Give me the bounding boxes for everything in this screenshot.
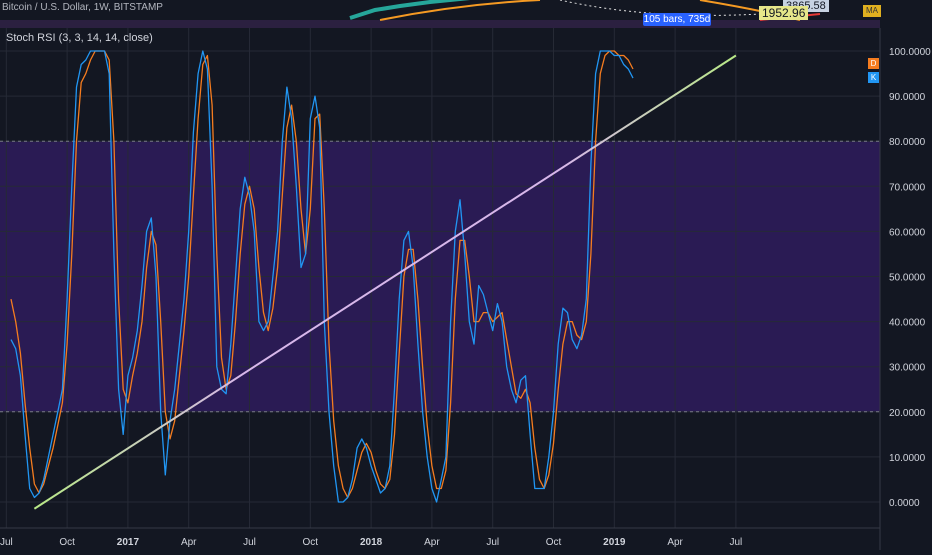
x-tick-label: Jul	[0, 537, 13, 548]
x-tick-label: 2017	[117, 537, 140, 548]
y-tick-label: 10.0000	[889, 453, 926, 464]
legend-d-badge: D	[868, 58, 879, 69]
x-tick-label: Apr	[424, 537, 440, 548]
y-tick-label: 70.0000	[889, 182, 926, 193]
y-tick-label: 40.0000	[889, 318, 926, 329]
y-tick-label: 30.0000	[889, 363, 926, 374]
bars-range-badge: 105 bars, 735d	[643, 13, 711, 26]
x-tick-label: Apr	[181, 537, 197, 548]
stoch-rsi-chart[interactable]: 100.0000 90.0000 80.0000 70.0000 60.0000 50.0…	[0, 0, 932, 550]
x-tick-label: Jul	[486, 537, 499, 548]
ma-badge[interactable]: MA	[863, 5, 881, 17]
x-tick-label: 2018	[360, 537, 383, 548]
price-pane-strip: Bitcoin / U.S. Dollar, 1W, BITSTAMP 105 …	[0, 0, 932, 28]
x-tick-label: Oct	[546, 537, 562, 548]
price-pane-band	[0, 20, 880, 28]
indicator-title[interactable]: Stoch RSI (3, 3, 14, 14, close)	[6, 32, 153, 44]
y-tick-label: 90.0000	[889, 92, 926, 103]
x-tick-label: 2019	[603, 537, 626, 548]
x-tick-label: Oct	[303, 537, 319, 548]
x-tick-label: Apr	[667, 537, 683, 548]
price-label-lower: 1952.96	[759, 6, 809, 20]
y-tick-label: 50.0000	[889, 273, 926, 284]
y-tick-label: 20.0000	[889, 408, 926, 419]
chart-stage[interactable]: 100.0000 90.0000 80.0000 70.0000 60.0000 50.0…	[0, 0, 932, 550]
y-tick-label: 60.0000	[889, 227, 926, 238]
x-tick-label: Jul	[243, 537, 256, 548]
y-tick-label: 100.0000	[889, 47, 931, 58]
y-tick-label: 80.0000	[889, 137, 926, 148]
symbol-title: Bitcoin / U.S. Dollar, 1W, BITSTAMP	[2, 2, 163, 13]
x-tick-label: Oct	[59, 537, 75, 548]
legend-k-badge: K	[868, 72, 879, 83]
x-tick-label: Jul	[730, 537, 743, 548]
y-tick-label: 0.0000	[889, 498, 920, 509]
